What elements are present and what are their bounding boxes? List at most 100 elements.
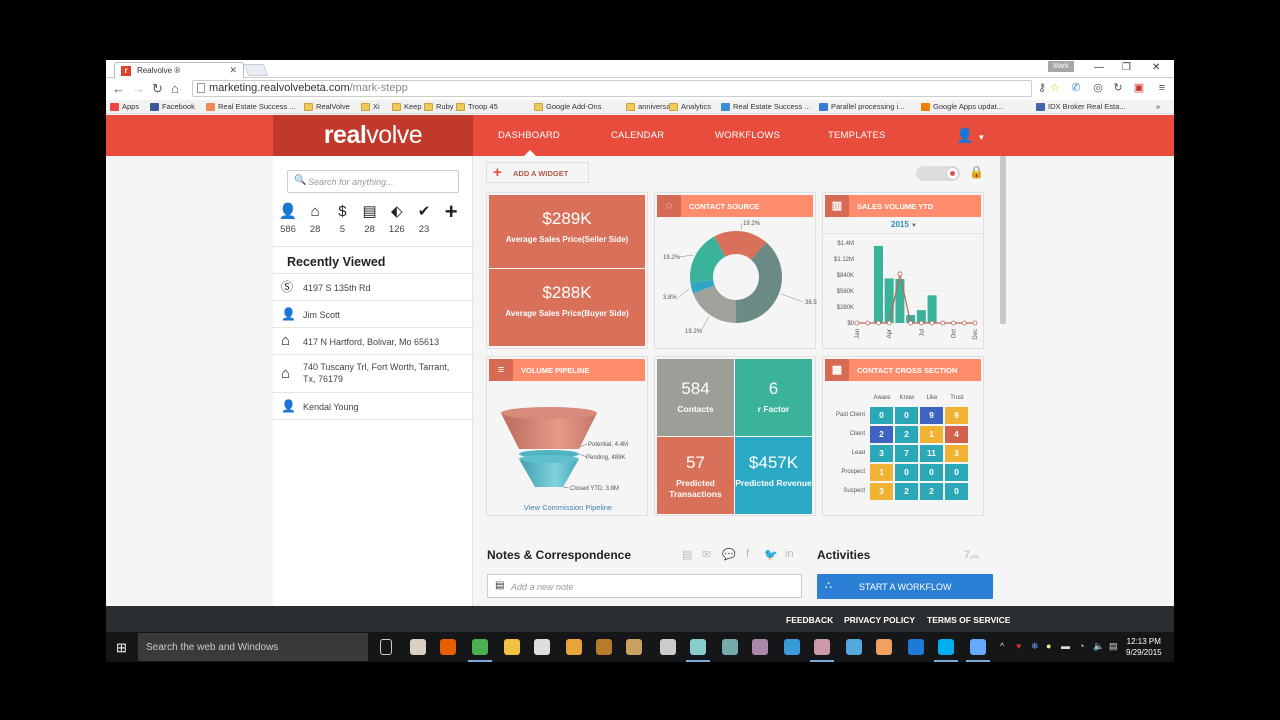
tray-chevron-icon[interactable]: ^ <box>1000 641 1004 651</box>
bookmark-item[interactable]: Real Estate Success ... <box>721 102 811 111</box>
bookmark-item[interactable]: Keep <box>392 102 422 111</box>
firefox-icon[interactable] <box>440 639 456 655</box>
close-window-icon[interactable]: ✕ <box>1152 62 1160 73</box>
drive-icon[interactable] <box>846 639 862 655</box>
key-icon[interactable]: ⚷ <box>1036 82 1048 94</box>
sales-line-point-jan[interactable] <box>854 320 860 326</box>
email-icon[interactable]: ✉ <box>702 548 711 561</box>
sales-line-point-jul[interactable] <box>918 320 924 326</box>
realvolve-logo[interactable]: realvolve <box>273 115 473 156</box>
add-note-input[interactable]: ▤ Add a new note <box>487 574 802 598</box>
extension-pdf-icon[interactable]: ▣ <box>1133 82 1145 94</box>
skype-icon[interactable] <box>938 639 954 655</box>
scrollbar[interactable] <box>1000 156 1006 324</box>
stat-tile-contacts[interactable]: 584 Contacts <box>657 359 734 436</box>
forward-icon[interactable]: → <box>132 81 145 96</box>
menu-icon[interactable]: ≡ <box>1156 82 1168 94</box>
task-view-icon[interactable] <box>380 639 392 655</box>
quick-count-dollar[interactable]: $5 <box>329 202 355 235</box>
user-menu[interactable]: 👤 ▼ <box>956 127 985 144</box>
cross-section-cell[interactable]: 0 <box>920 464 943 481</box>
cross-section-cell[interactable]: 0 <box>870 407 893 424</box>
restore-icon[interactable]: ❐ <box>1122 62 1131 73</box>
media-icon[interactable] <box>566 639 582 655</box>
view-commission-pipeline-link[interactable]: View Commission Pipeline <box>487 503 649 512</box>
bookmark-item[interactable]: Google Add-Ons <box>534 102 601 111</box>
profile-badge[interactable]: Mark <box>1048 61 1074 72</box>
nav-templates[interactable]: TEMPLATES <box>828 130 886 141</box>
home-icon[interactable]: ⌂ <box>171 81 179 96</box>
tray-power-icon[interactable]: ▬ <box>1061 641 1070 651</box>
bookmark-item[interactable]: RealVolve <box>304 102 350 111</box>
notepad-icon[interactable] <box>690 639 706 655</box>
reload-icon[interactable]: ↻ <box>152 81 163 97</box>
start-workflow-button[interactable]: ⛬ START A WORKFLOW <box>817 574 993 599</box>
bookmark-item[interactable]: Google Apps updat... <box>921 102 1003 111</box>
volume-icon[interactable]: 🔈 <box>1093 641 1104 652</box>
tray-leaf-icon[interactable]: ● <box>1046 641 1051 651</box>
avg-price-buyer[interactable]: $288K Average Sales Price(Buyer Side) <box>489 269 645 346</box>
nav-workflows[interactable]: WORKFLOWS <box>715 130 780 141</box>
sales-line-point-dec[interactable] <box>972 320 978 326</box>
clock[interactable]: 12:13 PM 9/29/2015 <box>1126 636 1162 658</box>
browser-tab[interactable]: r Realvolve ® ✕ <box>114 62 244 78</box>
extension-capture-icon[interactable]: ◎ <box>1092 82 1104 94</box>
cookie-app-icon[interactable] <box>626 639 642 655</box>
cross-section-cell[interactable]: 7 <box>895 445 918 462</box>
facebook-icon[interactable]: f <box>746 548 749 560</box>
terms-of-service-link[interactable]: TERMS OF SERVICE <box>927 615 1010 625</box>
sales-bar-apr[interactable] <box>884 278 894 323</box>
calculator-app-icon[interactable] <box>410 639 426 655</box>
note-icon[interactable]: ▤ <box>682 548 692 561</box>
cross-section-cell[interactable]: 2 <box>895 483 918 500</box>
sales-line-point-nov[interactable] <box>961 320 967 326</box>
quick-count-contact[interactable]: 👤 586 <box>275 202 301 235</box>
sales-bar-mar[interactable] <box>873 245 883 323</box>
cross-section-cell[interactable]: 9 <box>920 407 943 424</box>
snowflake-app-icon[interactable] <box>970 639 986 655</box>
feedback-link[interactable]: FEEDBACK <box>786 615 833 625</box>
stat-tile-r-factor[interactable]: 6r Factor <box>735 359 812 436</box>
sales-line-point-jun[interactable] <box>908 320 914 326</box>
lock-icon[interactable]: 🔒 <box>969 165 984 179</box>
windows-start-icon[interactable]: ⊞ <box>116 640 127 656</box>
recently-viewed-item[interactable]: Ⓢ 4197 S 135th Rd <box>273 274 473 301</box>
sales-line-point-sep[interactable] <box>940 320 946 326</box>
cross-section-cell[interactable]: 4 <box>945 426 968 443</box>
taskbar-search[interactable]: Search the web and Windows <box>138 633 368 661</box>
year-select[interactable]: 2015 ▼ <box>823 220 985 234</box>
new-tab-button[interactable] <box>243 64 269 76</box>
cross-section-cell[interactable]: 11 <box>920 445 943 462</box>
layout-toggle[interactable] <box>916 166 960 181</box>
add-widget-button[interactable]: + ADD A WIDGET <box>486 162 589 183</box>
file-explorer-icon[interactable] <box>504 639 520 655</box>
bookmark-item[interactable]: Parallel processing i... <box>819 102 904 111</box>
elephant-app-icon[interactable] <box>722 639 738 655</box>
bookmark-item[interactable]: Xi <box>361 102 380 111</box>
cross-section-cell[interactable]: 0 <box>895 407 918 424</box>
cross-section-cell[interactable]: 0 <box>945 464 968 481</box>
notifications-icon[interactable]: ▤ <box>1109 641 1118 652</box>
cross-section-cell[interactable]: 2 <box>870 426 893 443</box>
sales-line-point-feb[interactable] <box>865 320 871 326</box>
quick-count-document[interactable]: ▤ 28 <box>357 202 383 235</box>
tray-app-icon[interactable]: ♥ <box>1016 641 1021 651</box>
bookmark-star-icon[interactable]: ☆ <box>1049 82 1061 94</box>
cross-section-cell[interactable]: 2 <box>920 483 943 500</box>
cross-section-cell[interactable]: 1 <box>920 426 943 443</box>
game-icon[interactable] <box>596 639 612 655</box>
paint-app-icon[interactable] <box>752 639 768 655</box>
close-tab-icon[interactable]: ✕ <box>229 65 237 76</box>
privacy-policy-link[interactable]: PRIVACY POLICY <box>844 615 915 625</box>
wifi-icon[interactable]: ◔ <box>1079 641 1084 651</box>
cross-section-cell[interactable]: 2 <box>895 426 918 443</box>
nav-calendar[interactable]: CALENDAR <box>611 130 664 141</box>
calculator-icon[interactable] <box>660 639 676 655</box>
activities-count[interactable]: 7︽ <box>964 548 979 561</box>
stat-tile-predicted-transactions[interactable]: 57 Predicted Transactions <box>657 437 734 514</box>
recently-viewed-item[interactable]: 👤 Jim Scott <box>273 301 473 328</box>
globe-app-icon[interactable] <box>784 639 800 655</box>
sales-bar-aug[interactable] <box>927 295 937 323</box>
twitter-icon[interactable]: 🐦 <box>764 548 778 561</box>
linkedin-icon[interactable]: in <box>785 548 794 560</box>
